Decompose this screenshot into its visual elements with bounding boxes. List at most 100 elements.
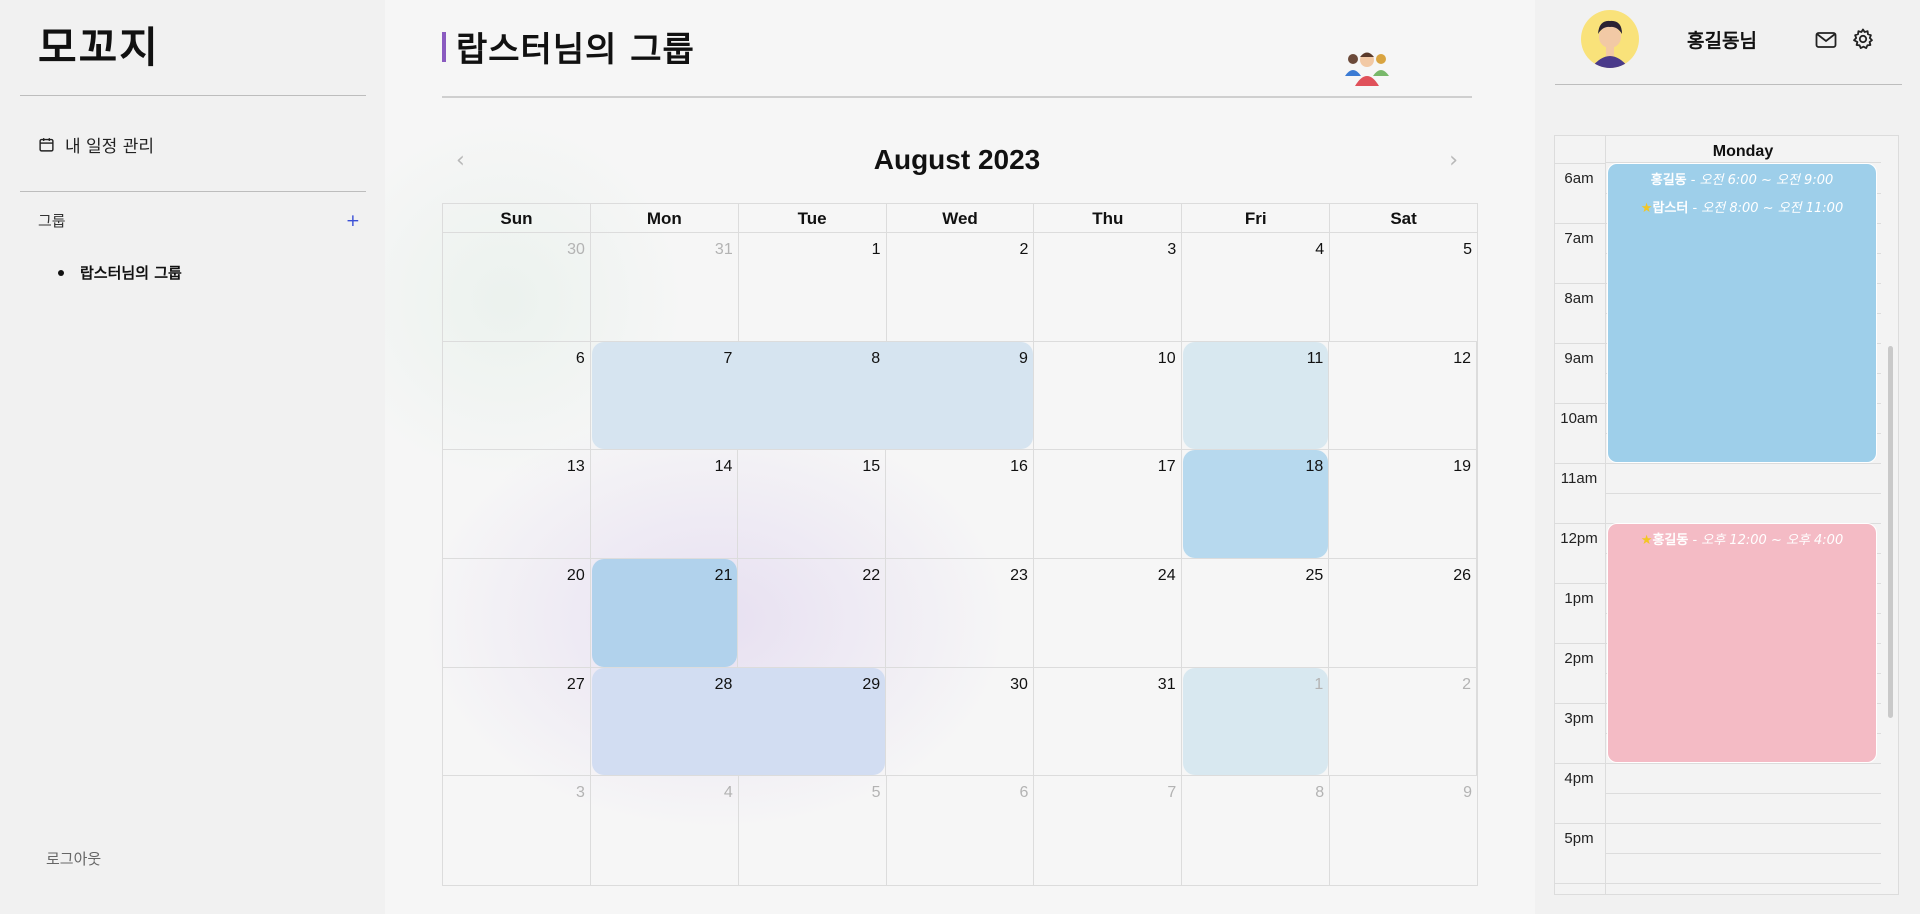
day-view-scrollbar[interactable] xyxy=(1888,346,1893,718)
hour-line xyxy=(1555,823,1881,824)
calendar-day-cell[interactable]: 26 xyxy=(1329,558,1478,667)
calendar-day-cell[interactable]: 30 xyxy=(443,233,591,341)
calendar-day-cell[interactable]: 15 xyxy=(738,450,887,558)
event-label: ★랍스터 - 오전 8:00 ~ 오전 11:00 xyxy=(1640,201,1844,216)
day-number: 2 xyxy=(1019,241,1029,258)
schedule-highlight[interactable] xyxy=(591,341,1033,450)
next-month-button[interactable]: › xyxy=(1449,148,1458,173)
half-hour-line xyxy=(1605,793,1881,794)
group-item-label: 랍스터님의 그룹 xyxy=(80,264,182,282)
group-members-icon[interactable] xyxy=(1343,46,1391,86)
day-number: 14 xyxy=(714,458,733,476)
day-number: 23 xyxy=(1010,566,1028,584)
calendar-day-cell[interactable]: 8 xyxy=(1182,776,1331,885)
calendar-day-cell[interactable]: 1 xyxy=(739,233,887,341)
calendar-day-cell[interactable]: 4 xyxy=(1182,233,1331,341)
calendar-week-row: 27 28 29 30 31 1 2 xyxy=(443,667,1478,777)
month-title: August 2023 xyxy=(873,144,1041,175)
calendar-week-row: 3 4 5 6 7 8 9 xyxy=(443,776,1477,885)
group-list: 랍스터님의 그룹 xyxy=(58,262,182,283)
day-number: 13 xyxy=(566,458,585,476)
avatar[interactable] xyxy=(1581,10,1639,68)
calendar-day-cell[interactable]: 31 xyxy=(1034,667,1182,776)
calendar-day-cell[interactable]: 7 xyxy=(1034,776,1183,885)
calendar-day-cell[interactable]: 6 xyxy=(887,776,1035,885)
calendar-day-cell[interactable]: 3 xyxy=(1034,233,1183,341)
hour-label: 4pm xyxy=(1564,770,1594,787)
calendar-day-cell[interactable]: 27 xyxy=(443,667,591,776)
calendar-day-cell[interactable]: 12 xyxy=(1329,341,1478,450)
day-number: 28 xyxy=(714,675,733,693)
main-content: 랍스터님의 그룹 ‹ August 2023 › Sun Mon Tue Wed Thu… xyxy=(385,0,1535,914)
calendar-week-row: 13 14 15 16 17 18 19 xyxy=(443,450,1478,559)
weekday-tue: Tue xyxy=(739,204,887,232)
calendar-day-cell[interactable]: 17 xyxy=(1034,450,1182,558)
day-event[interactable]: ★홍길동 - 오후 12:00 ~ 오후 4:00 xyxy=(1607,523,1877,763)
day-view-corner-line xyxy=(1555,163,1605,164)
weekday-thu: Thu xyxy=(1034,204,1183,232)
group-item[interactable]: 랍스터님의 그룹 xyxy=(58,262,182,283)
page-title-text: 랍스터님의 그룹 xyxy=(456,30,695,70)
calendar-day-cell[interactable]: 10 xyxy=(1034,341,1182,450)
day-number: 17 xyxy=(1157,458,1176,476)
right-panel: 홍길동님 Monday 6am 7am 8am 9am 10am 11am 12pm 1pm 2… xyxy=(1535,0,1920,914)
hour-label: 10am xyxy=(1560,410,1598,427)
day-number: 12 xyxy=(1453,349,1472,367)
day-number: 20 xyxy=(566,566,585,584)
weekday-fri: Fri xyxy=(1182,204,1331,232)
schedule-highlight[interactable] xyxy=(591,667,886,776)
title-accent-bar xyxy=(442,31,446,62)
event-label: ★홍길동 - 오후 12:00 ~ 오후 4:00 xyxy=(1640,533,1844,548)
sidebar-item-label: 내 일정 관리 xyxy=(65,137,155,157)
calendar-day-cell[interactable]: 2 xyxy=(1329,667,1478,776)
hour-label: 6am xyxy=(1564,170,1594,187)
calendar-day-cell[interactable]: 23 xyxy=(886,558,1034,667)
calendar-day-cell[interactable]: 31 xyxy=(591,233,739,341)
calendar-day-cell[interactable]: 22 xyxy=(738,558,887,667)
day-number: 19 xyxy=(1453,458,1472,476)
calendar-day-cell[interactable]: 16 xyxy=(886,450,1034,558)
calendar-day-cell[interactable]: 30 xyxy=(886,667,1034,776)
calendar-day-cell[interactable]: 5 xyxy=(1330,233,1477,341)
calendar-day-cell[interactable]: 19 xyxy=(1329,450,1478,558)
day-number: 8 xyxy=(871,349,881,367)
calendar-day-cell[interactable]: 25 xyxy=(1182,558,1330,667)
weekday-sun: Sun xyxy=(443,204,591,232)
event-label: 홍길동 - 오전 6:00 ~ 오전 9:00 xyxy=(1650,173,1834,188)
calendar-day-cell[interactable]: 14 xyxy=(591,450,739,558)
app-logo[interactable]: 모꼬지 xyxy=(38,14,160,75)
calendar-day-cell[interactable]: 5 xyxy=(739,776,887,885)
day-view-header: Monday xyxy=(1605,136,1881,163)
day-number: 31 xyxy=(1157,675,1176,693)
day-number: 6 xyxy=(1019,784,1029,802)
add-group-button[interactable]: + xyxy=(346,211,360,231)
calendar-day-cell[interactable]: 9 xyxy=(1330,776,1477,885)
day-number: 1 xyxy=(871,241,881,258)
calendar-day-cell[interactable]: 2 xyxy=(887,233,1035,341)
weekday-wed: Wed xyxy=(887,204,1035,232)
calendar-day-cell[interactable]: 3 xyxy=(443,776,591,885)
day-number: 30 xyxy=(1010,675,1028,693)
day-number: 9 xyxy=(1463,784,1473,802)
day-event[interactable]: 홍길동 - 오전 6:00 ~ 오전 9:00 ★랍스터 - 오전 8:00 ~ … xyxy=(1607,163,1877,463)
calendar-day-cell[interactable]: 24 xyxy=(1034,558,1182,667)
logout-button[interactable]: 로그아웃 xyxy=(46,848,101,869)
event-time: 오전 8:00 ~ 오전 11:00 xyxy=(1701,201,1844,216)
calendar-day-cell[interactable]: 6 xyxy=(443,341,591,450)
gear-icon[interactable] xyxy=(1851,27,1875,51)
calendar-day-cell[interactable]: 4 xyxy=(591,776,739,885)
event-time: 오후 12:00 ~ 오후 4:00 xyxy=(1701,533,1844,548)
hour-label: 3pm xyxy=(1564,710,1594,727)
mail-icon[interactable] xyxy=(1815,30,1837,50)
day-number: 27 xyxy=(566,675,585,693)
schedule-highlight[interactable] xyxy=(1182,667,1329,776)
calendar-week-row: 20 21 22 23 24 25 26 xyxy=(443,558,1478,668)
sidebar-item-my-schedule[interactable]: 내 일정 관리 xyxy=(38,132,154,157)
calendar-weeks: 30 31 1 2 3 4 5 6 7 8 9 10 11 12 13 14 15 16 17 18 19 20 21 22 2… xyxy=(443,233,1478,885)
day-number: 2 xyxy=(1462,675,1472,693)
day-number: 3 xyxy=(575,784,585,802)
day-number: 30 xyxy=(567,241,585,258)
calendar-day-cell[interactable]: 13 xyxy=(443,450,591,558)
calendar-day-cell[interactable]: 20 xyxy=(443,558,591,667)
hour-label: 7am xyxy=(1564,230,1594,247)
